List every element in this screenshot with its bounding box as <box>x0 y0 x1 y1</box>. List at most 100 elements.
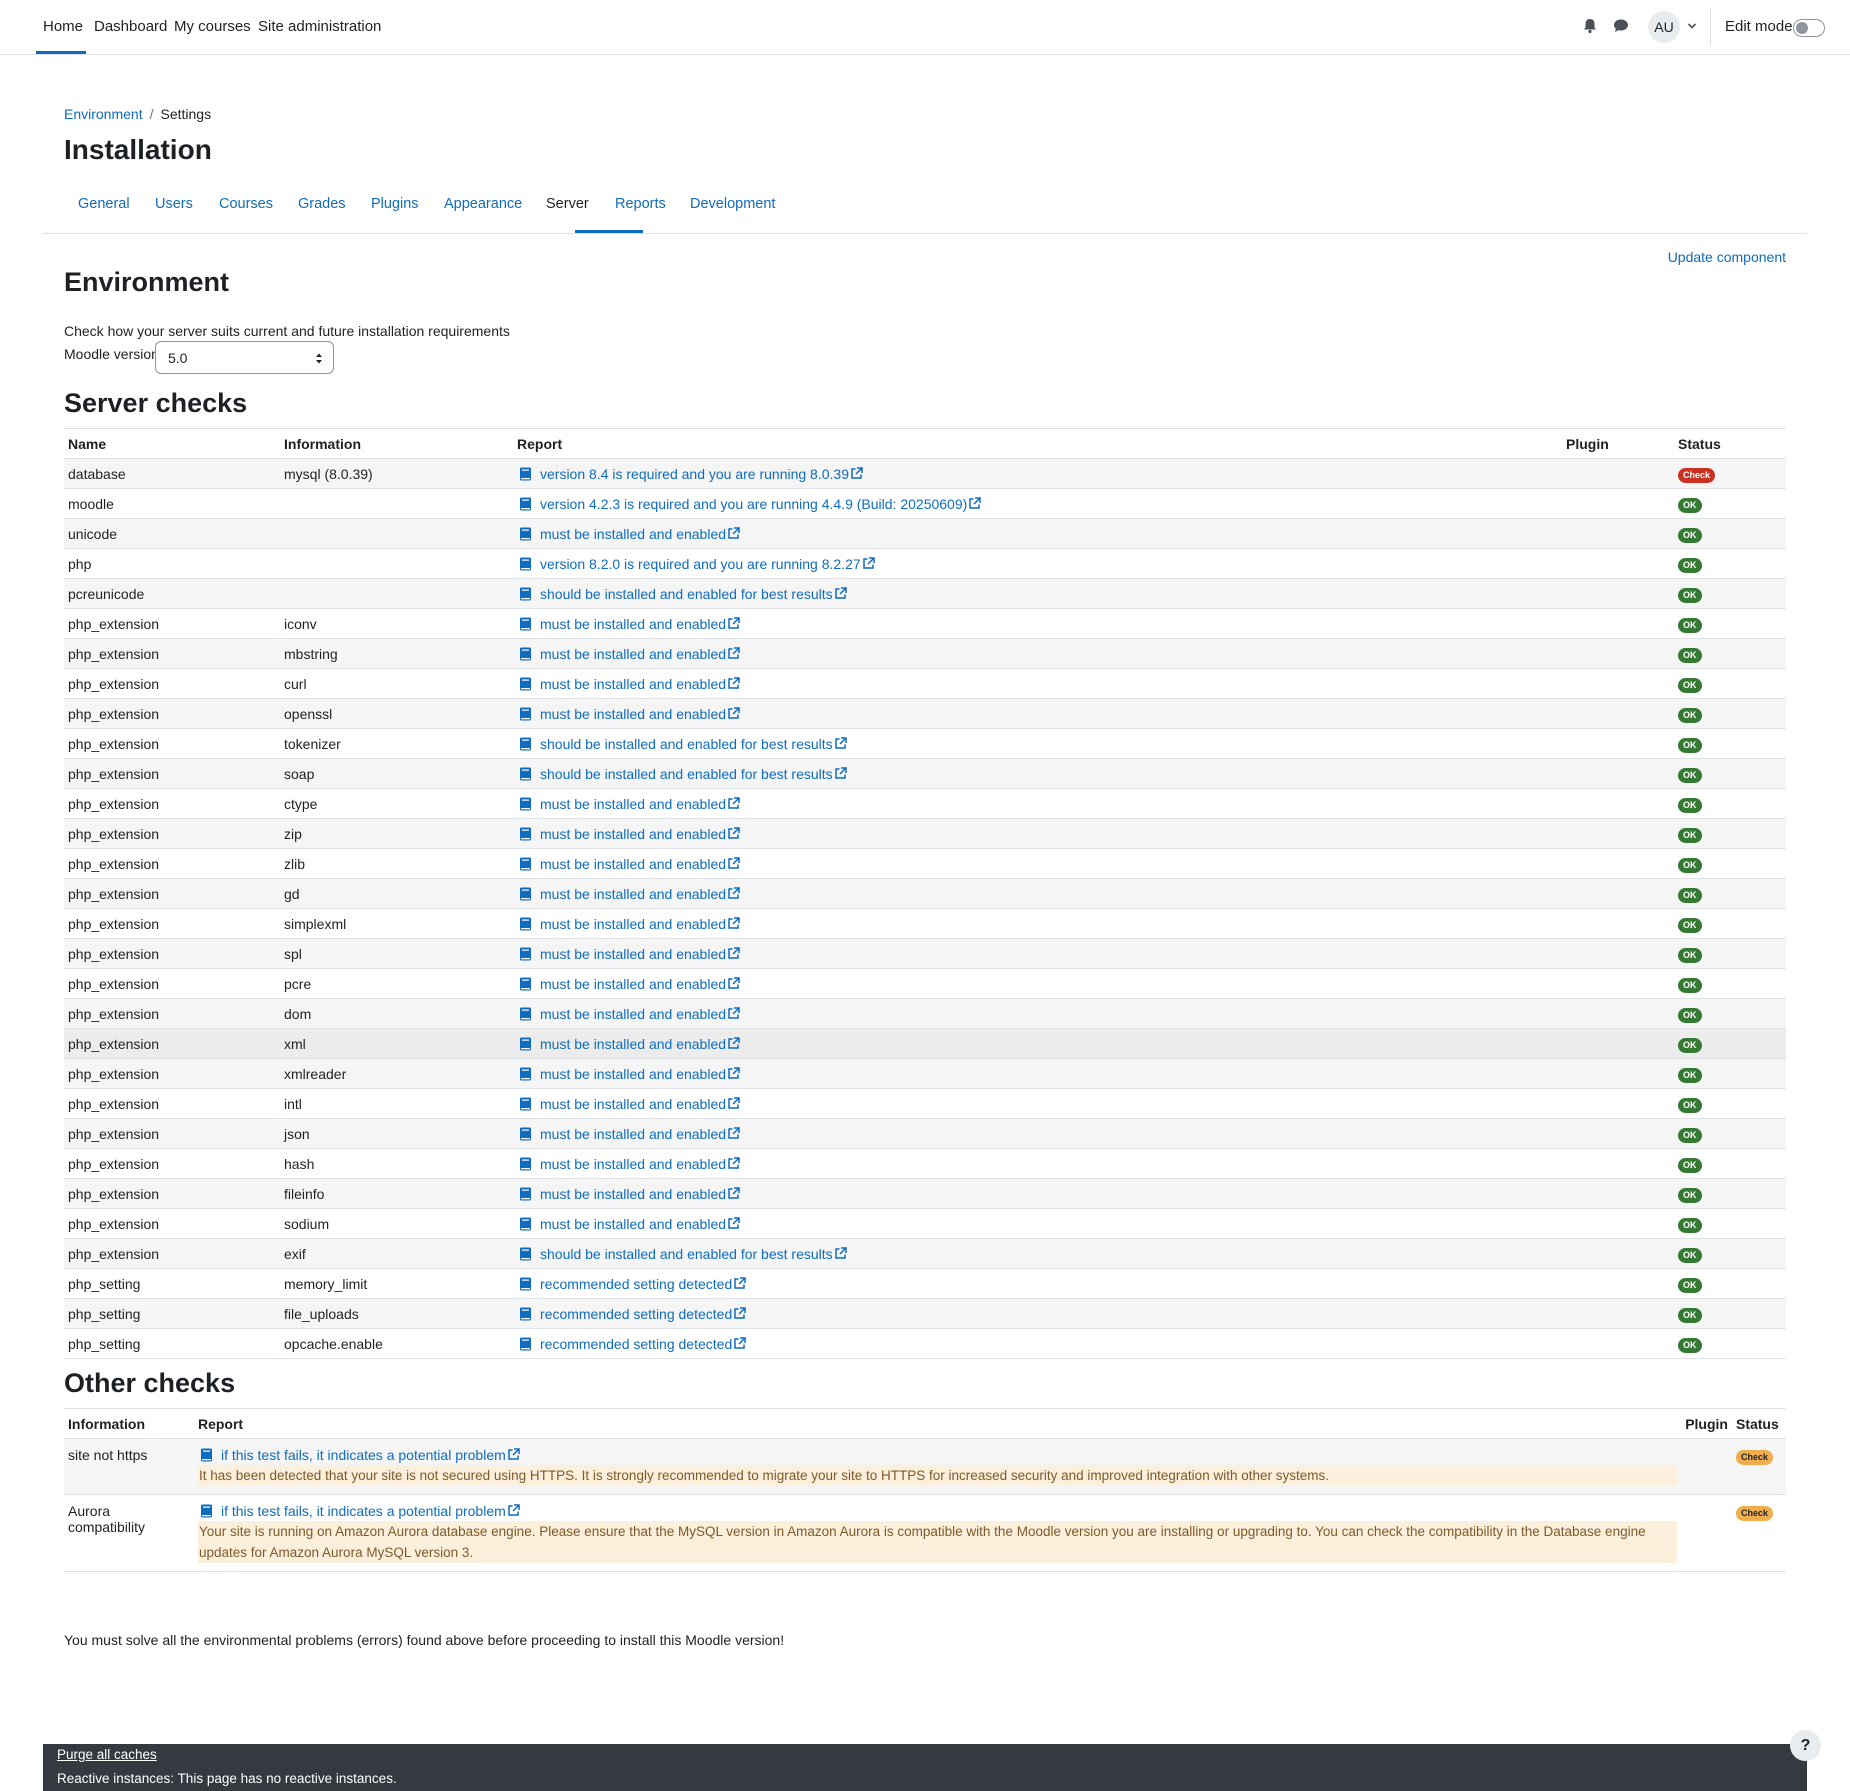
book-icon <box>520 1337 531 1350</box>
tab-development[interactable]: Development <box>690 196 775 212</box>
book-icon <box>520 917 531 930</box>
report-link[interactable]: must be installed and enabled <box>540 616 726 632</box>
tab-courses[interactable]: Courses <box>219 196 273 212</box>
check-plugin <box>1562 698 1674 729</box>
report-link[interactable]: must be installed and enabled <box>540 646 726 662</box>
check-plugin <box>1562 1178 1674 1209</box>
report-link[interactable]: must be installed and enabled <box>540 916 726 932</box>
edit-mode-toggle[interactable] <box>1793 19 1825 37</box>
status-badge: OK <box>1678 1277 1702 1293</box>
tab-grades[interactable]: Grades <box>298 196 346 212</box>
status-badge: Check <box>1735 1450 1773 1465</box>
bell-icon[interactable] <box>1580 16 1600 36</box>
report-link[interactable]: must be installed and enabled <box>540 676 726 692</box>
check-report: must be installed and enabled <box>513 1088 1562 1119</box>
report-link[interactable]: if this test fails, it indicates a poten… <box>221 1503 506 1519</box>
help-button[interactable]: ? <box>1790 1730 1821 1761</box>
purge-caches-link[interactable]: Purge all caches <box>57 1747 157 1762</box>
tab-appearance[interactable]: Appearance <box>444 196 522 212</box>
breadcrumb-environment[interactable]: Environment <box>64 106 143 122</box>
tab-reports[interactable]: Reports <box>615 196 666 212</box>
status-badge: OK <box>1678 647 1702 663</box>
tab-users[interactable]: Users <box>155 196 193 212</box>
report-link[interactable]: must be installed and enabled <box>540 1006 726 1022</box>
report-link[interactable]: should be installed and enabled for best… <box>540 586 833 602</box>
report-link[interactable]: version 8.4 is required and you are runn… <box>540 466 849 482</box>
report-link[interactable]: should be installed and enabled for best… <box>540 766 833 782</box>
report-link[interactable]: must be installed and enabled <box>540 1036 726 1052</box>
report-link[interactable]: must be installed and enabled <box>540 1156 726 1172</box>
external-link-icon <box>728 826 740 839</box>
report-link[interactable]: must be installed and enabled <box>540 976 726 992</box>
report-link[interactable]: must be installed and enabled <box>540 1126 726 1142</box>
book-icon <box>520 827 531 840</box>
status-badge: OK <box>1678 1067 1702 1083</box>
status-badge: OK <box>1678 827 1702 843</box>
status-badge: OK <box>1678 737 1702 753</box>
check-information: sodium <box>280 1208 513 1239</box>
check-report: should be installed and enabled for best… <box>513 578 1562 609</box>
report-link[interactable]: must be installed and enabled <box>540 796 726 812</box>
check-information: zlib <box>280 848 513 879</box>
check-name: php_extension <box>64 758 280 789</box>
status-badge: OK <box>1678 557 1702 573</box>
report-link[interactable]: must be installed and enabled <box>540 526 726 542</box>
status-badge: OK <box>1678 527 1702 543</box>
check-plugin <box>1562 518 1674 549</box>
book-icon <box>520 1157 531 1170</box>
report-link[interactable]: recommended setting detected <box>540 1306 732 1322</box>
check-plugin <box>1562 938 1674 969</box>
report-link[interactable]: should be installed and enabled for best… <box>540 1246 833 1262</box>
nav-dashboard[interactable]: Dashboard <box>94 18 167 35</box>
book-icon <box>520 1247 531 1260</box>
check-plugin <box>1562 968 1674 999</box>
check-status: OK <box>1674 818 1786 849</box>
update-component-link[interactable]: Update component <box>1668 249 1786 265</box>
check-information <box>280 578 513 609</box>
external-link-icon <box>862 556 875 569</box>
report-link[interactable]: should be installed and enabled for best… <box>540 736 833 752</box>
check-name: moodle <box>64 488 280 519</box>
col-status: Status <box>1731 1408 1786 1439</box>
check-information: exif <box>280 1238 513 1269</box>
page-title: Installation <box>64 134 212 165</box>
report-link[interactable]: must be installed and enabled <box>540 1216 726 1232</box>
report-link[interactable]: recommended setting detected <box>540 1336 732 1352</box>
status-badge: OK <box>1678 1097 1702 1113</box>
nav-site-administration[interactable]: Site administration <box>258 18 381 35</box>
status-badge: OK <box>1678 497 1702 513</box>
tab-server[interactable]: Server <box>546 196 589 212</box>
report-link[interactable]: version 4.2.3 is required and you are ru… <box>540 496 967 512</box>
check-status: OK <box>1674 758 1786 789</box>
col-status: Status <box>1674 428 1786 459</box>
tab-plugins[interactable]: Plugins <box>371 196 419 212</box>
nav-my-courses[interactable]: My courses <box>174 18 251 35</box>
chevron-down-icon[interactable] <box>1686 20 1698 32</box>
nav-home[interactable]: Home <box>43 18 83 35</box>
messages-icon[interactable] <box>1611 16 1631 36</box>
report-link[interactable]: must be installed and enabled <box>540 856 726 872</box>
report-link[interactable]: recommended setting detected <box>540 1276 732 1292</box>
external-link-icon <box>969 496 982 509</box>
table-row: php_extension intl must be installed and e… <box>64 1088 1786 1119</box>
report-link[interactable]: must be installed and enabled <box>540 1096 726 1112</box>
report-link[interactable]: must be installed and enabled <box>540 1186 726 1202</box>
report-link[interactable]: if this test fails, it indicates a poten… <box>221 1447 506 1463</box>
report-link[interactable]: must be installed and enabled <box>540 706 726 722</box>
report-link[interactable]: must be installed and enabled <box>540 886 726 902</box>
table-row: php_extension dom must be installed and en… <box>64 998 1786 1029</box>
status-badge: OK <box>1678 587 1702 603</box>
report-link[interactable]: must be installed and enabled <box>540 946 726 962</box>
user-avatar[interactable]: AU <box>1648 11 1680 43</box>
table-row: php_extension openssl must be installed an… <box>64 698 1786 729</box>
report-link[interactable]: must be installed and enabled <box>540 826 726 842</box>
report-link[interactable]: version 8.2.0 is required and you are ru… <box>540 556 861 572</box>
report-link[interactable]: must be installed and enabled <box>540 1066 726 1082</box>
tab-general[interactable]: General <box>78 196 130 212</box>
table-row: php_extension gd must be installed and ena… <box>64 878 1786 909</box>
table-row: moodle version 4.2.3 is required and you … <box>64 488 1786 519</box>
check-name: php_setting <box>64 1328 280 1359</box>
moodle-version-select[interactable]: 5.0 <box>155 341 334 374</box>
book-icon <box>520 767 531 780</box>
check-information: hash <box>280 1148 513 1179</box>
